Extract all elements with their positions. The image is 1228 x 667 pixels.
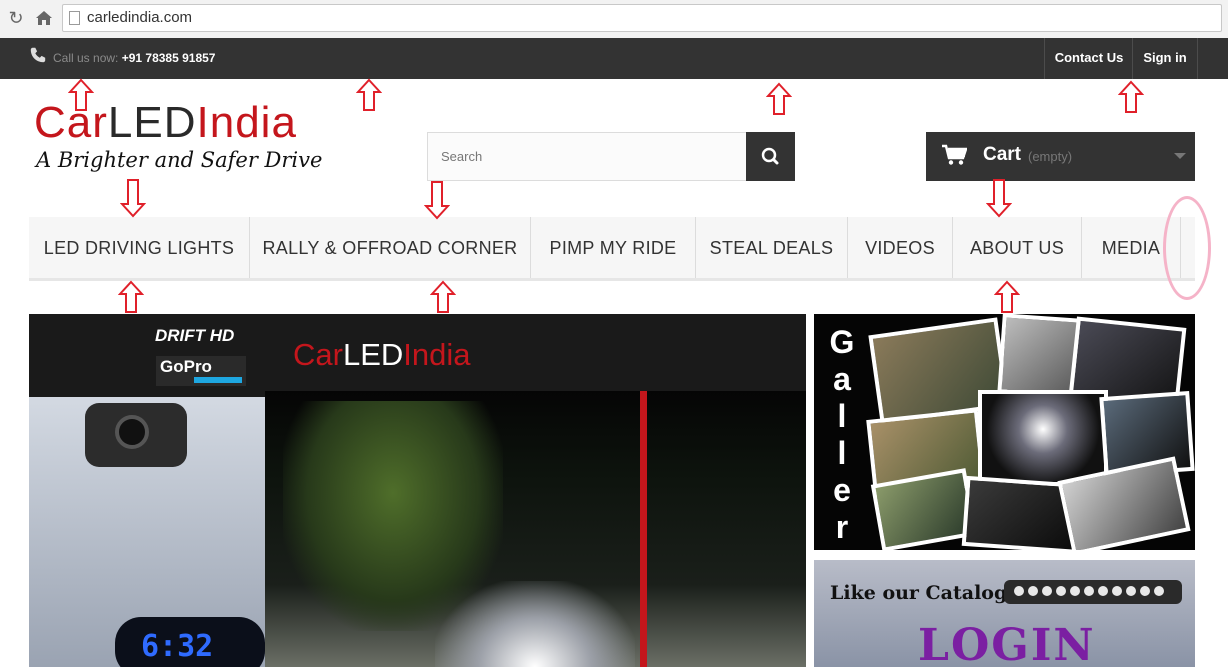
- banner-logo: CarLEDIndia: [293, 337, 471, 373]
- annotation-down-arrow: [120, 179, 146, 218]
- led-dot: [1056, 586, 1066, 596]
- camera-lens: [115, 415, 149, 449]
- menu-item-pimp-my-ride[interactable]: PIMP MY RIDE: [531, 217, 696, 278]
- gallery-letter: e: [833, 472, 851, 508]
- call-us-text: Call us now: +91 78385 91857: [53, 51, 215, 65]
- headlight-glow: [435, 581, 635, 667]
- gallery-word: G a l l e r y: [822, 324, 862, 550]
- gallery-letter: y: [822, 546, 862, 550]
- top-info-bar: Call us now: +91 78385 91857 Contact Us …: [0, 38, 1228, 79]
- gallery-letter: a: [833, 361, 851, 397]
- clock-gadget-image: 6:32: [115, 617, 265, 667]
- phone-icon: [30, 47, 46, 63]
- drift-hd-logo: DRIFT HD: [155, 326, 235, 345]
- annotation-down-arrow: [986, 179, 1012, 218]
- led-lightbar-image: [1004, 580, 1182, 604]
- cart-status: (empty): [1028, 149, 1073, 164]
- logo-india: India: [196, 98, 297, 147]
- led-dot: [1070, 586, 1080, 596]
- product-panel: 6:32: [29, 397, 265, 667]
- gallery-photo: [978, 390, 1108, 486]
- browser-toolbar: ↻ carledindia.com: [0, 0, 1228, 39]
- annotation-up-arrow: [994, 280, 1020, 313]
- annotation-down-arrow: [424, 181, 450, 220]
- phone-number[interactable]: +91 78385 91857: [122, 51, 216, 65]
- sign-in-link[interactable]: Sign in: [1132, 38, 1198, 79]
- gallery-letter: l: [837, 435, 847, 471]
- cart-label: Cart: [983, 144, 1022, 165]
- url-text: carledindia.com: [87, 9, 193, 26]
- annotation-circle: [1163, 196, 1211, 300]
- menu-item-led-driving-lights[interactable]: LED DRIVING LIGHTS: [29, 217, 250, 278]
- led-dot: [1154, 586, 1164, 596]
- menu-item-about-us[interactable]: ABOUT US: [953, 217, 1082, 278]
- banner-logo-car: Car: [293, 337, 343, 372]
- night-road-photo: [265, 391, 806, 667]
- gopro-stripe: [194, 377, 242, 383]
- contact-us-link[interactable]: Contact Us: [1044, 38, 1133, 79]
- hero-banner[interactable]: DRIFT HD GoPro CarLEDIndia 6:32: [29, 314, 806, 667]
- menu-item-rally-offroad[interactable]: RALLY & OFFROAD CORNER: [250, 217, 531, 278]
- chevron-down-icon: [1174, 153, 1186, 159]
- call-label: Call us now:: [53, 51, 119, 65]
- dashcam-image: [85, 403, 187, 467]
- led-dot: [1014, 586, 1024, 596]
- search-button[interactable]: [746, 132, 795, 181]
- gallery-banner[interactable]: G a l l e r y: [814, 314, 1195, 550]
- search-input[interactable]: [428, 133, 746, 180]
- cart-button[interactable]: Cart (empty): [926, 132, 1195, 181]
- led-dot: [1098, 586, 1108, 596]
- page-icon: [69, 11, 80, 25]
- led-dot: [1140, 586, 1150, 596]
- gopro-logo: GoPro: [156, 356, 246, 386]
- reload-icon[interactable]: ↻: [6, 8, 26, 28]
- banner-logo-led: LED: [342, 337, 404, 372]
- address-bar[interactable]: carledindia.com: [62, 4, 1222, 32]
- gallery-letter: r: [835, 509, 849, 545]
- annotation-up-arrow: [1118, 80, 1144, 113]
- annotation-up-arrow: [766, 82, 792, 115]
- clock-digits: 6:32: [141, 629, 214, 664]
- search-icon: [761, 147, 779, 165]
- catalog-login-text: LOGIN: [918, 620, 1096, 667]
- annotation-up-arrow: [356, 78, 382, 111]
- banner-header: DRIFT HD GoPro CarLEDIndia: [29, 314, 806, 397]
- gopro-text: GoPro: [160, 357, 212, 376]
- led-dot: [1084, 586, 1094, 596]
- logo-tagline: A Brighter and Safer Drive: [36, 148, 323, 172]
- led-dot: [1112, 586, 1122, 596]
- search-box: [427, 132, 747, 181]
- gallery-letter: l: [837, 398, 847, 434]
- led-dot: [1126, 586, 1136, 596]
- menu-item-videos[interactable]: VIDEOS: [848, 217, 953, 278]
- home-icon[interactable]: [34, 8, 54, 28]
- led-dot: [1028, 586, 1038, 596]
- annotation-up-arrow: [68, 78, 94, 111]
- led-dot: [1042, 586, 1052, 596]
- red-divider: [640, 391, 647, 667]
- logo-led: LED: [107, 98, 197, 147]
- catalog-text: Like our Catalog?: [830, 582, 1019, 604]
- annotation-up-arrow: [430, 280, 456, 313]
- banner-logo-india: India: [403, 337, 471, 372]
- gallery-letter: G: [829, 324, 855, 360]
- cart-icon: [942, 144, 967, 165]
- main-menu: LED DRIVING LIGHTS RALLY & OFFROAD CORNE…: [29, 217, 1195, 281]
- catalog-login-banner[interactable]: Like our Catalog? LOGIN: [814, 560, 1195, 667]
- menu-item-steal-deals[interactable]: STEAL DEALS: [696, 217, 848, 278]
- annotation-up-arrow: [118, 280, 144, 313]
